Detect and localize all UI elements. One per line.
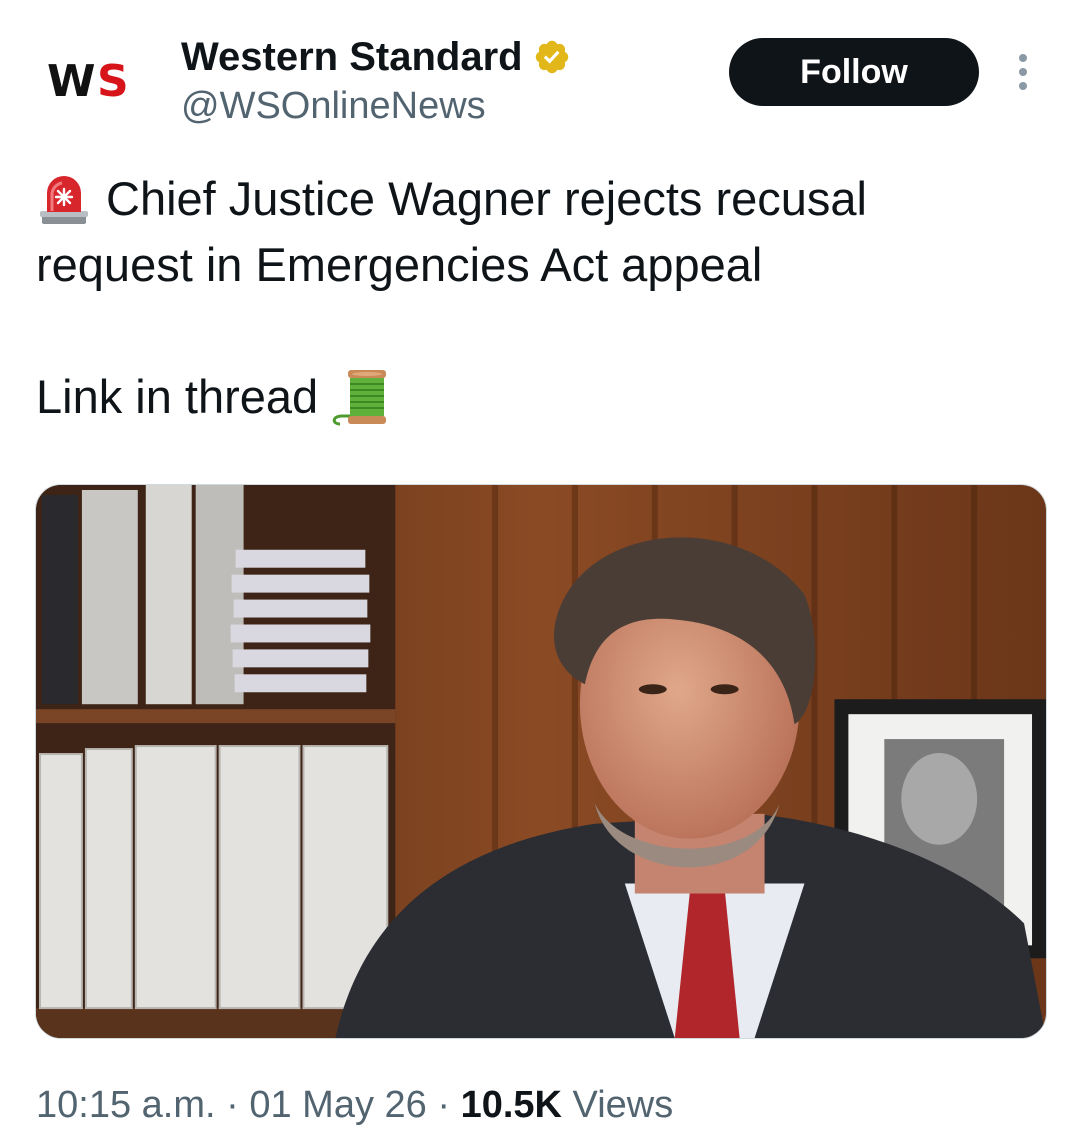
tweet-line-3-text: Link in thread	[36, 370, 319, 423]
tweet-meta: 10:15 a.m. · 01 May 26 · 10.5K Views	[36, 1080, 673, 1130]
author-handle[interactable]: @WSOnlineNews	[181, 84, 486, 128]
more-options-icon[interactable]	[1008, 50, 1038, 94]
logo-letter-s: S	[97, 56, 129, 107]
tweet-image[interactable]	[35, 484, 1047, 1039]
display-name[interactable]: Western Standard	[181, 34, 523, 80]
avatar[interactable]: W S	[36, 42, 146, 122]
verified-badge-icon	[535, 40, 568, 74]
tweet-line-1: Chief Justice Wagner rejects recusal	[36, 166, 1046, 232]
author-name-row[interactable]: Western Standard	[181, 34, 571, 80]
tweet-card: W S Western Standard @WSOnlineNews Follo…	[0, 0, 1080, 1135]
views-count[interactable]: 10.5K	[461, 1084, 562, 1126]
tweet-line-1-text: Chief Justice Wagner rejects recusal	[106, 172, 867, 225]
views-label: Views	[561, 1084, 674, 1126]
tweet-line-2-text: request in Emergencies Act appeal	[36, 238, 763, 291]
chief-justice-photo	[36, 485, 1046, 1038]
meta-separator: ·	[426, 1084, 461, 1126]
tweet-line-2: request in Emergencies Act appeal	[36, 232, 1046, 298]
western-standard-logo: W S	[43, 56, 139, 108]
follow-button[interactable]: Follow	[729, 38, 979, 106]
police-car-light-icon	[40, 176, 88, 224]
tweet-line-3: Link in thread	[36, 364, 1046, 430]
meta-separator: ·	[215, 1084, 250, 1126]
tweet-text: Chief Justice Wagner rejects recusal req…	[36, 166, 1046, 430]
tweet-time[interactable]: 10:15 a.m.	[36, 1084, 216, 1126]
tweet-date[interactable]: 01 May 26	[249, 1084, 426, 1126]
spool-of-thread-icon	[332, 370, 387, 426]
logo-letter-w: W	[47, 56, 96, 107]
